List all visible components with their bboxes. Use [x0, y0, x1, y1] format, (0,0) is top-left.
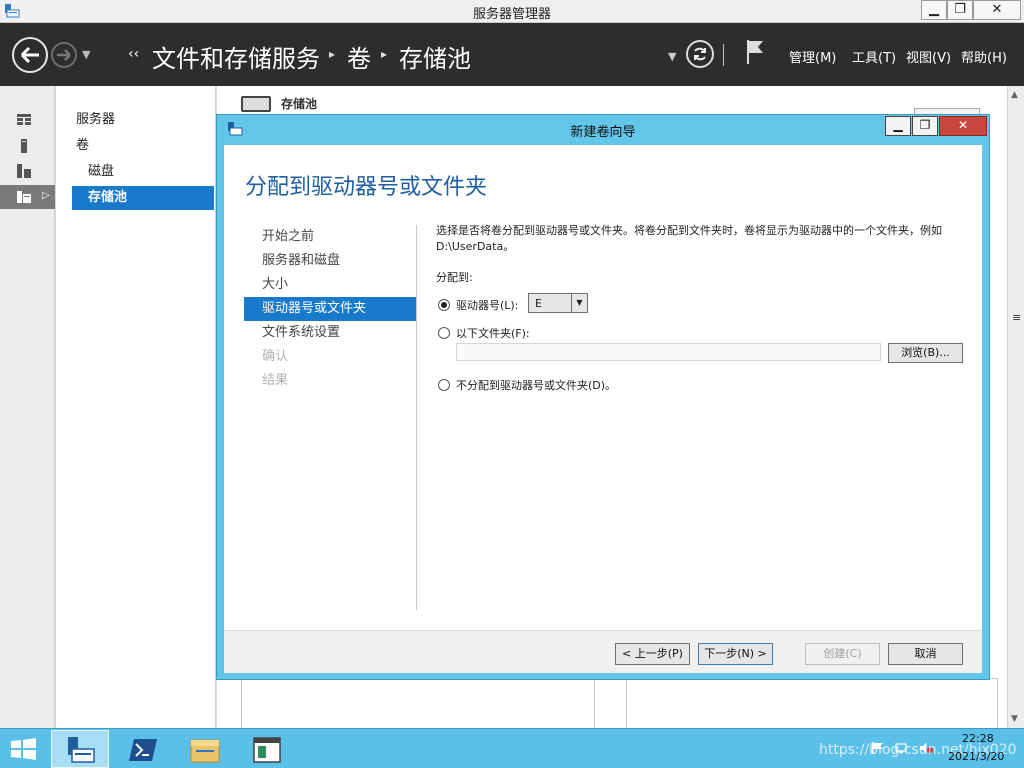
refresh-button[interactable] [686, 40, 714, 68]
drive-letter-value: E [535, 297, 542, 310]
file-storage-icon [17, 191, 31, 203]
main-scrollbar[interactable]: ▲ ≡ ▼ [1007, 86, 1024, 728]
new-volume-wizard-dialog: 新建卷向导 ▁ ❐ ✕ 分配到驱动器号或文件夹 开始之前 服务器和磁盘 大小 驱… [216, 114, 990, 680]
window-close-button[interactable]: ✕ [973, 0, 1021, 20]
lower-left-panel [241, 678, 595, 728]
next-button[interactable]: 下一步(N) > [698, 643, 773, 665]
nav-item-storage-pools[interactable]: 存储池 [72, 186, 214, 210]
option-no-assignment-label: 不分配到驱动器号或文件夹(D)。 [456, 379, 617, 392]
scroll-grip-icon[interactable]: ≡ [1012, 311, 1021, 324]
section-title: 存储池 [281, 97, 318, 111]
wizard-heading: 分配到驱动器号或文件夹 [245, 175, 488, 200]
breadcrumb-separator: ▸ [381, 47, 388, 61]
powershell-icon [129, 739, 157, 761]
back-button[interactable] [12, 37, 48, 73]
lower-right-panel [626, 678, 998, 728]
taskbar: https://blog.csdn.net/hjx020 22:28 2021/… [0, 728, 1024, 768]
icon-rail: ▷ [0, 86, 55, 728]
radio-no-assignment[interactable] [438, 379, 450, 391]
step-before-you-begin[interactable]: 开始之前 [244, 225, 416, 249]
nav-item-servers[interactable]: 服务器 [76, 108, 115, 132]
dialog-maximize-button[interactable]: ❐ [912, 116, 938, 136]
windows-start-icon[interactable] [10, 738, 37, 760]
menu-view[interactable]: 视图(V) [906, 47, 951, 66]
wizard-footer: < 上一步(P) 下一步(N) > 创建(C) 取消 [224, 630, 982, 673]
step-size[interactable]: 大小 [244, 273, 416, 297]
nav-item-volumes[interactable]: 卷 [76, 134, 89, 158]
taskbar-file-explorer[interactable] [175, 730, 233, 768]
option-drive-letter[interactable]: 驱动器号(L): [438, 297, 518, 313]
menu-manage[interactable]: 管理(M) [789, 47, 836, 66]
clock-date[interactable]: 2021/3/20 [948, 750, 1004, 763]
breadcrumb-item-file-storage[interactable]: 文件和存储服务 [152, 39, 320, 74]
expand-arrow-icon[interactable]: ▷ [42, 190, 50, 201]
dialog-titlebar[interactable]: 新建卷向导 ▁ ❐ ✕ [217, 115, 989, 142]
step-drive-letter-or-folder[interactable]: 驱动器号或文件夹 [244, 297, 416, 321]
window-titlebar: 服务器管理器 ▁ ❐ ✕ [0, 0, 1024, 23]
nav-item-disks[interactable]: 磁盘 [88, 160, 114, 184]
menu-tools[interactable]: 工具(T) [852, 47, 896, 66]
radio-drive-letter[interactable] [438, 299, 450, 311]
navigation-bar: ▼ ‹‹ 文件和存储服务 ▸ 卷 ▸ 存储池 ▼ 管理(M) 工具(T) 视图(… [0, 23, 1024, 86]
radio-folder[interactable] [438, 327, 450, 339]
dashboard-grid-icon [17, 114, 31, 125]
breadcrumb-prefix[interactable]: ‹‹ [128, 46, 139, 62]
dialog-minimize-button[interactable]: ▁ [885, 116, 911, 136]
notifications-flag-icon[interactable] [744, 38, 766, 66]
create-button: 创建(C) [805, 643, 880, 665]
dialog-body: 分配到驱动器号或文件夹 开始之前 服务器和磁盘 大小 驱动器号或文件夹 文件系统… [224, 145, 982, 673]
breadcrumb-separator: ▸ [329, 47, 336, 61]
chevron-down-icon[interactable]: ▼ [571, 294, 587, 312]
refresh-icon [694, 47, 706, 61]
toolbar-divider [723, 44, 724, 66]
window-title: 服务器管理器 [472, 7, 551, 22]
servers-icon [17, 164, 31, 178]
history-dropdown-icon[interactable]: ▼ [82, 48, 90, 61]
forward-button[interactable] [51, 42, 77, 68]
assign-to-label: 分配到: [436, 271, 473, 284]
step-results: 结果 [262, 373, 289, 388]
scroll-down-icon[interactable]: ▼ [1011, 714, 1018, 724]
navigation-pane: 服务器 卷 磁盘 存储池 [56, 86, 216, 728]
arrow-left-icon [20, 46, 39, 64]
option-folder[interactable]: 以下文件夹(F): [438, 325, 530, 341]
option-no-assignment[interactable]: 不分配到驱动器号或文件夹(D)。 [438, 377, 616, 393]
rail-item-file-storage[interactable]: ▷ [0, 185, 55, 209]
menu-help[interactable]: 帮助(H) [961, 47, 1007, 66]
dialog-title: 新建卷向导 [570, 125, 636, 140]
taskbar-powershell[interactable] [113, 730, 171, 768]
rail-item-dashboard[interactable] [0, 108, 55, 132]
arrow-right-icon [57, 49, 71, 61]
window-maximize-button[interactable]: ❐ [947, 0, 973, 20]
server-manager-icon [68, 737, 95, 763]
window-minimize-button[interactable]: ▁ [921, 0, 947, 20]
step-confirmation: 确认 [262, 349, 289, 364]
taskbar-server-manager[interactable] [51, 730, 109, 768]
scroll-up-icon[interactable]: ▲ [1011, 90, 1018, 100]
wizard-divider [416, 225, 417, 610]
option-drive-letter-label: 驱动器号(L): [456, 299, 519, 312]
folder-path-input[interactable] [456, 343, 881, 361]
step-file-system-settings[interactable]: 文件系统设置 [244, 321, 416, 345]
rail-item-all-servers[interactable] [0, 159, 55, 183]
dialog-close-button[interactable]: ✕ [939, 116, 987, 136]
breadcrumb-item-volumes[interactable]: 卷 [347, 39, 371, 74]
step-server-and-disk[interactable]: 服务器和磁盘 [244, 249, 416, 273]
breadcrumb-dropdown-icon[interactable]: ▼ [668, 50, 676, 63]
storage-pool-icon [241, 96, 271, 112]
wizard-steps: 开始之前 服务器和磁盘 大小 驱动器号或文件夹 文件系统设置 确认 结果 [244, 225, 416, 393]
option-folder-label: 以下文件夹(F): [456, 327, 530, 340]
wizard-description: 选择是否将卷分配到驱动器号或文件夹。将卷分配到文件夹时，卷将显示为驱动器中的一个… [436, 224, 942, 253]
taskbar-app[interactable] [237, 730, 295, 768]
browse-button[interactable]: 浏览(B)... [888, 343, 963, 363]
server-icon [21, 139, 27, 153]
breadcrumb-item-storage-pools[interactable]: 存储池 [399, 39, 471, 74]
previous-button[interactable]: < 上一步(P) [615, 643, 690, 665]
drive-letter-select[interactable]: E ▼ [528, 293, 588, 313]
window-app-icon [253, 737, 281, 763]
rail-item-local-server[interactable] [0, 134, 55, 158]
folder-icon [190, 739, 220, 763]
clock-time[interactable]: 22:28 [962, 732, 994, 745]
cancel-button[interactable]: 取消 [888, 643, 963, 665]
